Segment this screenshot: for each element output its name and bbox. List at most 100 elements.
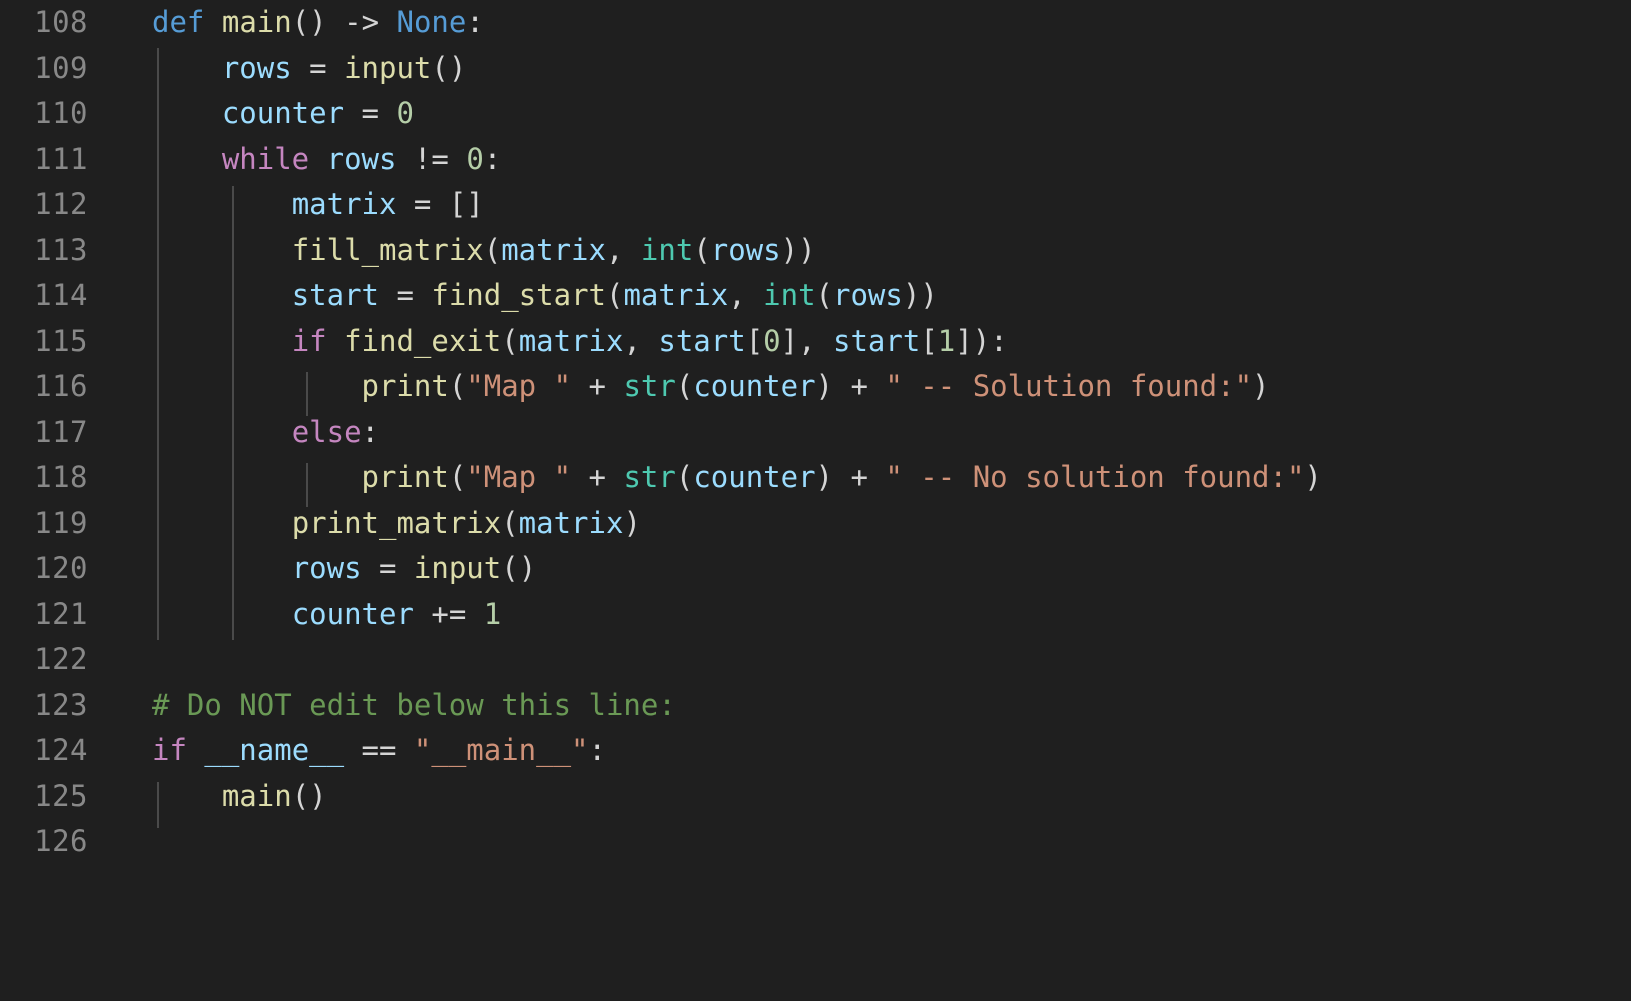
token-function-find-start: find_start	[431, 278, 606, 312]
token-keyword-if: if	[291, 323, 327, 358]
code-line-116[interactable]: 116 print("Map " + str(counter) + " -- S…	[0, 364, 1631, 410]
line-content: if __name__ == "__main__":	[152, 728, 606, 774]
token-keyword-else: else	[291, 414, 362, 449]
token-colon: :	[990, 323, 1008, 358]
token-index-close-2: ]	[955, 323, 973, 358]
token-paren-open: (	[483, 232, 502, 267]
code-line-115[interactable]: 115 if find_exit(matrix, start[0], start…	[0, 319, 1631, 365]
token-paren-open: (	[501, 323, 519, 358]
token-builtin-str: str	[623, 460, 676, 494]
line-number: 116	[34, 369, 88, 403]
token-assign: =	[361, 551, 414, 585]
code-line-120[interactable]: 120 rows = input()	[0, 546, 1631, 592]
code-line-119[interactable]: 119 print_matrix(matrix)	[0, 501, 1631, 547]
token-parens: ()	[501, 551, 537, 585]
line-content: print_matrix(matrix)	[152, 501, 641, 547]
token-empty-list: []	[448, 187, 484, 221]
line-content: if find_exit(matrix, start[0], start[1])…	[152, 319, 1008, 365]
token-paren-close: ))	[902, 278, 938, 312]
token-keyword-if: if	[152, 733, 187, 767]
token-var-start-1: start	[658, 323, 746, 358]
token-number-zero: 0	[466, 141, 484, 176]
token-function-main: main	[221, 5, 292, 39]
line-content: main()	[152, 774, 327, 820]
token-comma: ,	[728, 278, 764, 312]
line-number: 120	[34, 551, 88, 585]
token-none: None	[396, 5, 467, 39]
code-line-118[interactable]: 118 print("Map " + str(counter) + " -- N…	[0, 455, 1631, 501]
token-var-matrix: matrix	[501, 232, 606, 267]
line-content: start = find_start(matrix, int(rows))	[152, 273, 938, 319]
code-line-121[interactable]: 121 counter += 1	[0, 592, 1631, 638]
token-arrow: ->	[344, 5, 380, 39]
token-builtin-str: str	[623, 369, 676, 403]
token-paren-open: (	[501, 505, 519, 540]
line-number: 112	[34, 187, 88, 221]
token-keyword-while: while	[221, 141, 310, 176]
code-line-112[interactable]: 112 matrix = []	[0, 182, 1631, 228]
line-number: 126	[34, 824, 88, 858]
token-string-dunder-main: "__main__"	[413, 733, 589, 767]
code-line-111[interactable]: 111 while rows != 0:	[0, 137, 1631, 183]
token-var-matrix: matrix	[623, 278, 729, 312]
token-index-open-2: [	[920, 323, 938, 358]
line-content: else:	[152, 410, 379, 456]
line-content: print("Map " + str(counter) + " -- No so…	[152, 455, 1322, 501]
token-paren-close-2: )	[815, 369, 833, 403]
token-var-rows: rows	[710, 232, 781, 267]
code-line-113[interactable]: 113 fill_matrix(matrix, int(rows))	[0, 228, 1631, 274]
token-paren-close: ))	[780, 232, 816, 267]
line-number: 111	[34, 141, 88, 176]
token-paren-open-2: (	[675, 460, 694, 494]
token-colon: :	[361, 414, 379, 449]
line-content: matrix = []	[152, 182, 484, 228]
token-paren-close: )	[972, 323, 991, 358]
token-not-equal: !=	[396, 141, 467, 176]
token-comma-2: ,	[798, 323, 834, 358]
line-number: 119	[34, 505, 88, 540]
code-line-123[interactable]: 123 # Do NOT edit below this line:	[0, 683, 1631, 729]
token-paren-close: )	[623, 505, 641, 540]
line-number: 121	[34, 596, 88, 631]
token-dunder-name: __name__	[204, 733, 345, 767]
token-paren-open: (	[448, 369, 467, 403]
line-number: 115	[34, 323, 88, 358]
code-line-110[interactable]: 110 counter = 0	[0, 91, 1631, 137]
token-number-0: 0	[763, 323, 781, 358]
line-content: print("Map " + str(counter) + " -- Solut…	[152, 364, 1270, 410]
token-number-one: 1	[483, 596, 502, 631]
code-line-124[interactable]: 124 if __name__ == "__main__":	[0, 728, 1631, 774]
token-builtin-int: int	[763, 278, 816, 312]
code-line-109[interactable]: 109 rows = input()	[0, 46, 1631, 92]
token-paren-close-2: )	[815, 460, 833, 494]
token-paren-open: (	[448, 460, 467, 494]
code-line-126[interactable]: 126	[0, 819, 1631, 865]
line-number: 118	[34, 460, 88, 494]
code-editor-pane[interactable]: 108 def main() -> None: 109 rows = input…	[0, 0, 1631, 920]
code-line-114[interactable]: 114 start = find_start(matrix, int(rows)…	[0, 273, 1631, 319]
token-plus-1: +	[571, 369, 624, 403]
code-line-125[interactable]: 125 main()	[0, 774, 1631, 820]
token-string-no-solution-found: " -- No solution found:"	[885, 460, 1305, 494]
token-string-map: "Map "	[466, 369, 572, 403]
token-keyword-def: def	[152, 5, 205, 39]
token-builtin-int: int	[640, 232, 694, 267]
token-number-zero: 0	[396, 96, 414, 130]
line-number: 124	[34, 733, 88, 767]
code-line-108[interactable]: 108 def main() -> None:	[0, 0, 1631, 46]
token-paren-open-2: (	[693, 232, 711, 267]
token-colon: :	[588, 733, 606, 767]
line-content: fill_matrix(matrix, int(rows))	[152, 228, 816, 274]
token-var-rows: rows	[291, 551, 362, 585]
line-content: counter += 1	[152, 592, 502, 638]
token-function-input: input	[413, 551, 502, 585]
code-line-122[interactable]: 122	[0, 637, 1631, 683]
code-line-117[interactable]: 117 else:	[0, 410, 1631, 456]
token-paren-close: )	[1304, 460, 1322, 494]
token-function-print: print	[361, 460, 449, 494]
